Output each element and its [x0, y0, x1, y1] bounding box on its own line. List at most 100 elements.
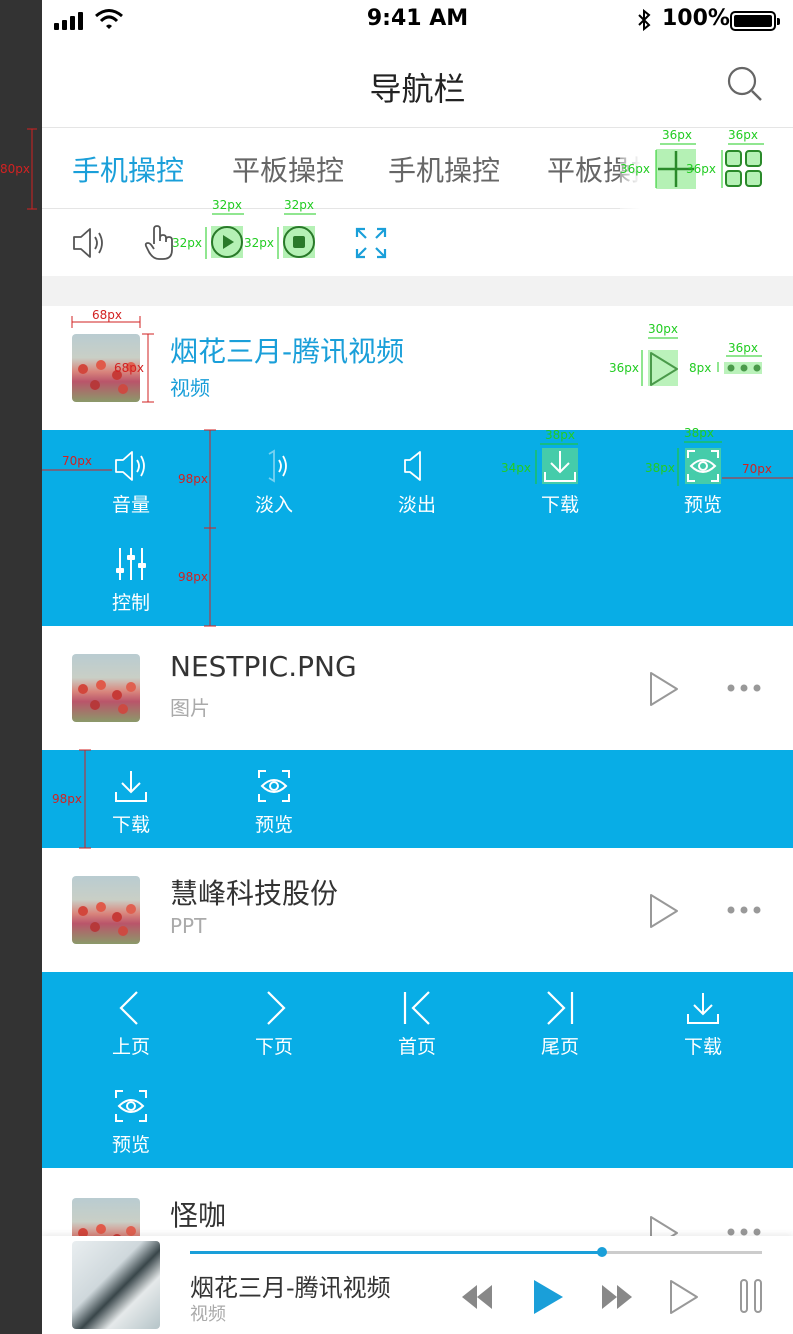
ppt-action-panel: 上页 下页 首页 尾页 下载 预览: [42, 972, 793, 1168]
grid-icon[interactable]: [724, 149, 764, 189]
more-icon[interactable]: [726, 903, 762, 917]
fade-out-label: 淡出: [397, 494, 436, 516]
battery-icon: [730, 11, 780, 31]
spec-label: 30px: [648, 322, 678, 336]
preview-action[interactable]: 预览: [71, 1070, 191, 1168]
spec-label: 32px: [244, 236, 274, 250]
chevron-right-icon: [267, 991, 286, 1025]
play-icon[interactable]: [648, 670, 680, 708]
spec-label: 36px: [609, 361, 639, 375]
volume-action[interactable]: 音量: [71, 430, 191, 528]
spec-label: 8px: [689, 361, 712, 375]
battery-percent: 100%: [662, 6, 730, 31]
first-page-action[interactable]: 首页: [357, 972, 477, 1070]
rewind-icon[interactable]: [460, 1282, 494, 1312]
stop-circle-icon[interactable]: [282, 225, 316, 259]
download-label: 下载: [111, 814, 150, 836]
fade-out-action[interactable]: 淡出: [357, 430, 477, 528]
spec-label: 98px: [178, 570, 208, 584]
more-icon[interactable]: [726, 361, 762, 375]
spec-label: 36px: [728, 128, 758, 142]
last-page-icon: [547, 991, 574, 1025]
prev-page-label: 上页: [111, 1036, 150, 1058]
volume-icon: [115, 451, 145, 481]
item-subtitle: 图片: [170, 696, 210, 720]
volume-icon[interactable]: [70, 224, 108, 262]
first-page-label: 首页: [397, 1036, 436, 1058]
download-icon: [542, 448, 578, 484]
preview-action[interactable]: 预览: [214, 750, 334, 848]
item-title: 烟花三月-腾讯视频: [170, 335, 405, 368]
list-item[interactable]: 慧峰科技股份 PPT: [42, 848, 793, 972]
control-action[interactable]: 控制: [71, 528, 191, 626]
play-icon[interactable]: [648, 892, 680, 930]
mini-player: 烟花三月-腾讯视频 视频: [42, 1236, 793, 1334]
preview-label: 预览: [683, 494, 722, 516]
navigation-bar: 导航栏: [42, 40, 793, 128]
download-action[interactable]: 下载: [500, 430, 620, 528]
spec-label: 68px: [114, 361, 144, 375]
tab-phone-control-2[interactable]: 手机操控: [388, 149, 500, 189]
nav-title: 导航栏: [369, 70, 466, 108]
prev-page-action[interactable]: 上页: [71, 972, 191, 1070]
pause-icon[interactable]: [738, 1278, 764, 1314]
spec-label: 38px: [684, 426, 714, 440]
play-icon[interactable]: [530, 1277, 566, 1317]
preview-action[interactable]: 预览: [643, 430, 763, 528]
tab-tablet-control[interactable]: 平板操控: [232, 149, 344, 189]
item-title: NESTPIC.PNG: [170, 650, 357, 683]
spec-label: 32px: [284, 198, 314, 212]
spec-label: 36px: [728, 341, 758, 355]
spec-label: 36px: [662, 128, 692, 142]
spec-label: 34px: [501, 461, 531, 475]
section-divider: [42, 276, 793, 306]
download-action[interactable]: 下载: [71, 750, 191, 848]
play-icon[interactable]: [648, 350, 680, 388]
item-thumbnail: [72, 876, 140, 944]
spec-label: 38px: [645, 461, 675, 475]
download-action[interactable]: 下载: [643, 972, 763, 1070]
phone-screen: 9:41 AM 100% 导航栏 手机操控 平板操控 手机操控 平板操控 烟花三…: [42, 0, 793, 1334]
list-item[interactable]: NESTPIC.PNG 图片: [42, 626, 793, 750]
fade-in-action[interactable]: 淡入: [214, 430, 334, 528]
control-label: 控制: [111, 592, 150, 614]
status-bar: 9:41 AM 100%: [42, 0, 793, 40]
spec-label: 98px: [178, 472, 208, 486]
control-toolbar: [42, 210, 793, 276]
last-page-action[interactable]: 尾页: [500, 972, 620, 1070]
play-circle-icon[interactable]: [210, 225, 244, 259]
fade-out-icon: [404, 451, 421, 481]
more-icon[interactable]: [726, 681, 762, 695]
next-page-label: 下页: [254, 1036, 293, 1058]
search-icon[interactable]: [726, 65, 764, 103]
spec-label: 36px: [620, 162, 650, 176]
next-page-action[interactable]: 下页: [214, 972, 334, 1070]
spec-label: 32px: [212, 198, 242, 212]
preview-icon: [115, 1090, 147, 1122]
preview-icon: [258, 770, 290, 802]
preview-label: 预览: [254, 814, 293, 836]
fade-in-icon: [268, 449, 287, 483]
player-title: 烟花三月-腾讯视频: [190, 1274, 391, 1302]
sliders-icon: [116, 548, 146, 580]
volume-label: 音量: [111, 494, 150, 516]
progress-knob[interactable]: [596, 1247, 607, 1257]
playback-progress-bar[interactable]: [190, 1247, 762, 1257]
fade-in-label: 淡入: [254, 494, 293, 516]
item-thumbnail: [72, 654, 140, 722]
download-icon: [115, 771, 147, 802]
first-page-icon: [403, 991, 430, 1025]
image-action-panel: 下载 预览: [42, 750, 793, 848]
fullscreen-icon[interactable]: [354, 226, 388, 260]
progress-fill: [190, 1251, 602, 1254]
player-subtitle: 视频: [190, 1304, 226, 1325]
item-title: 慧峰科技股份: [170, 877, 339, 910]
tab-phone-control[interactable]: 手机操控: [72, 149, 184, 189]
play-outline-icon[interactable]: [668, 1278, 700, 1316]
player-thumbnail: [72, 1241, 160, 1329]
fast-forward-icon[interactable]: [600, 1282, 634, 1312]
spec-label: 36px: [686, 162, 716, 176]
list-item[interactable]: 烟花三月-腾讯视频 视频: [42, 306, 793, 430]
download-label: 下载: [683, 1036, 722, 1058]
video-action-panel: 音量 淡入 淡出 下载 预览 控制: [42, 430, 793, 626]
